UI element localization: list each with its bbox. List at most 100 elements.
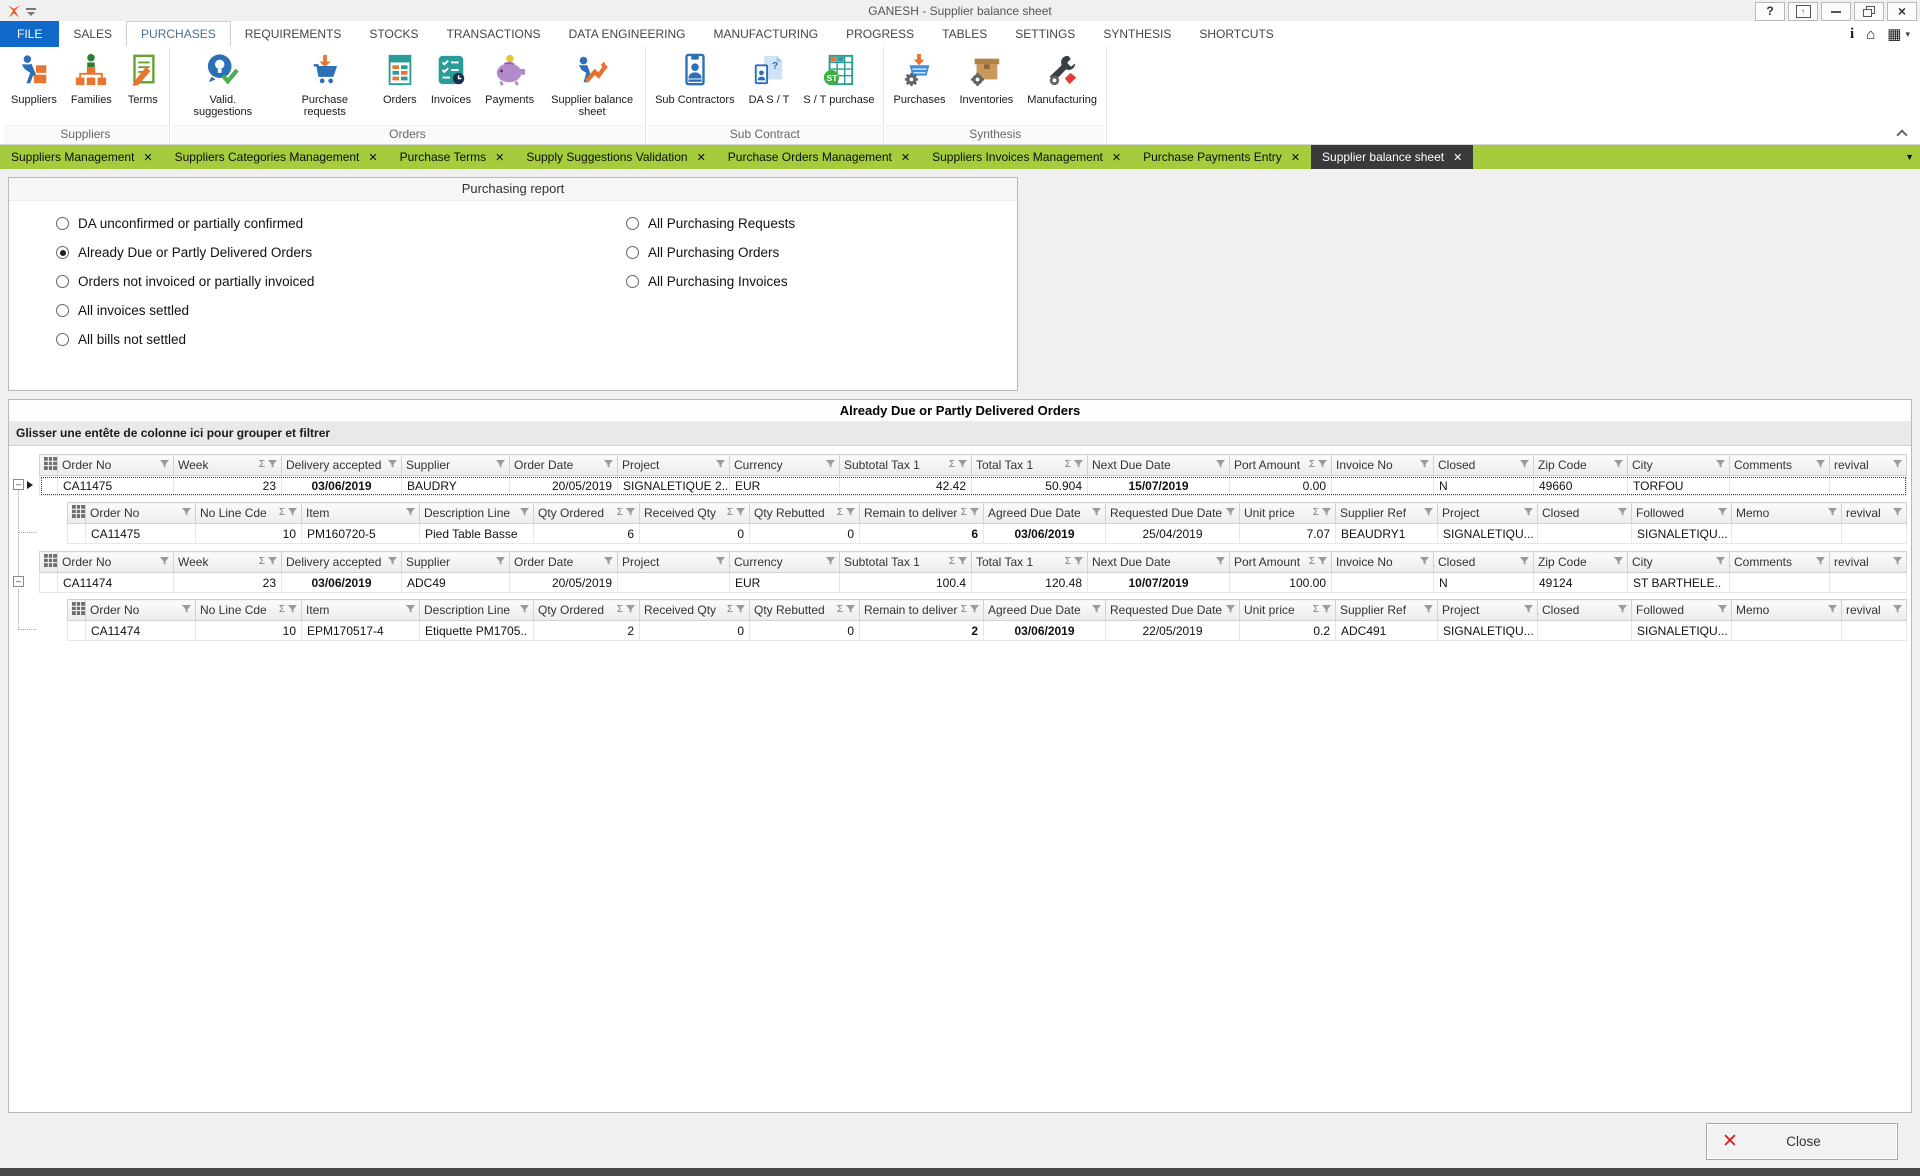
column-header-order-no[interactable]: Order No [86,503,196,524]
column-header-order-no[interactable]: Order No [58,455,174,476]
column-header-subtotal-tax-1[interactable]: Subtotal Tax 1Σ [840,552,972,573]
column-header-revival[interactable]: revival [1830,552,1907,573]
order-data-row[interactable]: CA114752303/06/2019BAUDRY20/05/2019SIGNA… [40,476,1907,496]
filter-funnel-icon[interactable] [1226,603,1235,617]
tab-close-icon[interactable]: ✕ [1291,151,1300,164]
filter-funnel-icon[interactable] [496,555,505,569]
menu-tab-transactions[interactable]: TRANSACTIONS [433,21,555,47]
column-header-qty-rebutted[interactable]: Qty RebuttedΣ [750,503,860,524]
radio-option-orders-not-invoiced-or-partially-invoiced[interactable]: Orders not invoiced or partially invoice… [56,267,314,296]
sum-icon[interactable]: Σ [1313,508,1319,518]
filter-funnel-icon[interactable] [1816,555,1825,569]
column-header-supplier-ref[interactable]: Supplier Ref [1336,503,1438,524]
filter-funnel-icon[interactable] [1092,603,1101,617]
doc-tab-suppliers-management[interactable]: Suppliers Management✕ [0,145,164,169]
column-header-subtotal-tax-1[interactable]: Subtotal Tax 1Σ [840,455,972,476]
filter-funnel-icon[interactable] [1893,506,1902,520]
column-header-invoice-no[interactable]: Invoice No [1332,455,1434,476]
column-header-week[interactable]: WeekΣ [174,552,282,573]
radio-option-all-purchasing-orders[interactable]: All Purchasing Orders [626,238,795,267]
tab-close-icon[interactable]: ✕ [901,151,910,164]
menu-tab-tables[interactable]: TABLES [928,21,1001,47]
column-header-order-no[interactable]: Order No [86,600,196,621]
menu-tab-requirements[interactable]: REQUIREMENTS [231,21,356,47]
filter-funnel-icon[interactable] [970,603,979,617]
caret-down-icon[interactable]: ▾ [1905,30,1910,39]
column-header-supplier[interactable]: Supplier [402,455,510,476]
column-header-requested-due-date[interactable]: Requested Due Date [1106,600,1240,621]
doc-tab-purchase-orders-management[interactable]: Purchase Orders Management✕ [717,145,921,169]
filter-funnel-icon[interactable] [1424,603,1433,617]
sum-icon[interactable]: Σ [961,605,967,615]
tab-close-icon[interactable]: ✕ [1112,151,1121,164]
filter-funnel-icon[interactable] [1520,555,1529,569]
menu-tab-purchases[interactable]: PURCHASES [126,21,231,47]
filter-funnel-icon[interactable] [1318,555,1327,569]
column-header-item[interactable]: Item [302,503,420,524]
filter-funnel-icon[interactable] [520,603,529,617]
quick-access-caret-icon[interactable] [26,8,36,18]
column-header-next-due-date[interactable]: Next Due Date [1088,552,1230,573]
filter-funnel-icon[interactable] [826,555,835,569]
column-header-supplier-ref[interactable]: Supplier Ref [1336,600,1438,621]
radio-option-all-bills-not-settled[interactable]: All bills not settled [56,325,314,354]
column-header-description-line[interactable]: Description Line [420,600,534,621]
filter-funnel-icon[interactable] [1614,458,1623,472]
column-header-zip-code[interactable]: Zip Code [1534,455,1628,476]
filter-funnel-icon[interactable] [1216,458,1225,472]
column-header-week[interactable]: WeekΣ [174,455,282,476]
filter-funnel-icon[interactable] [1718,506,1727,520]
menu-tab-synthesis[interactable]: SYNTHESIS [1089,21,1185,47]
column-header-description-line[interactable]: Description Line [420,503,534,524]
doc-tab-purchase-payments-entry[interactable]: Purchase Payments Entry✕ [1132,145,1311,169]
menu-tab-shortcuts[interactable]: SHORTCUTS [1185,21,1287,47]
home-icon[interactable]: ⌂ [1866,27,1875,42]
sum-icon[interactable]: Σ [837,605,843,615]
filter-funnel-icon[interactable] [1092,506,1101,520]
collapse-expander-icon[interactable]: – [13,576,24,587]
column-header-city[interactable]: City [1628,552,1730,573]
filter-funnel-icon[interactable] [1816,458,1825,472]
column-header-followed[interactable]: Followed [1632,600,1732,621]
column-header-item[interactable]: Item [302,600,420,621]
order-data-row[interactable]: CA114742303/06/2019ADC4920/05/2019EUR100… [40,573,1907,593]
column-header-order-no[interactable]: Order No [58,552,174,573]
ribbon-button-da-s-t[interactable]: ?DA S / T [742,50,797,107]
filter-funnel-icon[interactable] [1524,506,1533,520]
filter-funnel-icon[interactable] [160,458,169,472]
sum-icon[interactable]: Σ [949,460,955,470]
filter-funnel-icon[interactable] [1420,458,1429,472]
filter-funnel-icon[interactable] [1893,603,1902,617]
column-header-delivery-accepted[interactable]: Delivery accepted [282,552,402,573]
help-icon[interactable]: ? [1755,2,1785,21]
filter-funnel-icon[interactable] [288,603,297,617]
menu-tab-file[interactable]: FILE [0,21,59,47]
column-header-remain-to-deliver[interactable]: Remain to deliverΣ [860,600,984,621]
filter-funnel-icon[interactable] [1424,506,1433,520]
sum-icon[interactable]: Σ [1065,557,1071,567]
menu-tab-manufacturing[interactable]: MANUFACTURING [699,21,832,47]
filter-funnel-icon[interactable] [1322,603,1331,617]
filter-funnel-icon[interactable] [736,506,745,520]
pin-icon[interactable]: ↑ [1788,2,1818,21]
menu-tab-data-engineering[interactable]: DATA ENGINEERING [555,21,700,47]
table-menu-icon[interactable]: ▦ [1887,27,1901,42]
column-header-next-due-date[interactable]: Next Due Date [1088,455,1230,476]
tab-close-icon[interactable]: ✕ [697,151,706,164]
group-by-hint[interactable]: Glisser une entête de colonne ici pour g… [9,422,1911,446]
filter-funnel-icon[interactable] [970,506,979,520]
column-header-agreed-due-date[interactable]: Agreed Due Date [984,503,1106,524]
column-header-followed[interactable]: Followed [1632,503,1732,524]
column-header-remain-to-deliver[interactable]: Remain to deliverΣ [860,503,984,524]
column-header-currency[interactable]: Currency [730,552,840,573]
column-header-qty-ordered[interactable]: Qty OrderedΣ [534,600,640,621]
radio-option-da-unconfirmed-or-partially-confirmed[interactable]: DA unconfirmed or partially confirmed [56,209,314,238]
column-header-invoice-no[interactable]: Invoice No [1332,552,1434,573]
sum-icon[interactable]: Σ [961,508,967,518]
column-header-total-tax-1[interactable]: Total Tax 1Σ [972,455,1088,476]
filter-funnel-icon[interactable] [1322,506,1331,520]
column-header-received-qty[interactable]: Received QtyΣ [640,600,750,621]
filter-funnel-icon[interactable] [182,506,191,520]
column-header-project[interactable]: Project [618,455,730,476]
filter-funnel-icon[interactable] [1420,555,1429,569]
